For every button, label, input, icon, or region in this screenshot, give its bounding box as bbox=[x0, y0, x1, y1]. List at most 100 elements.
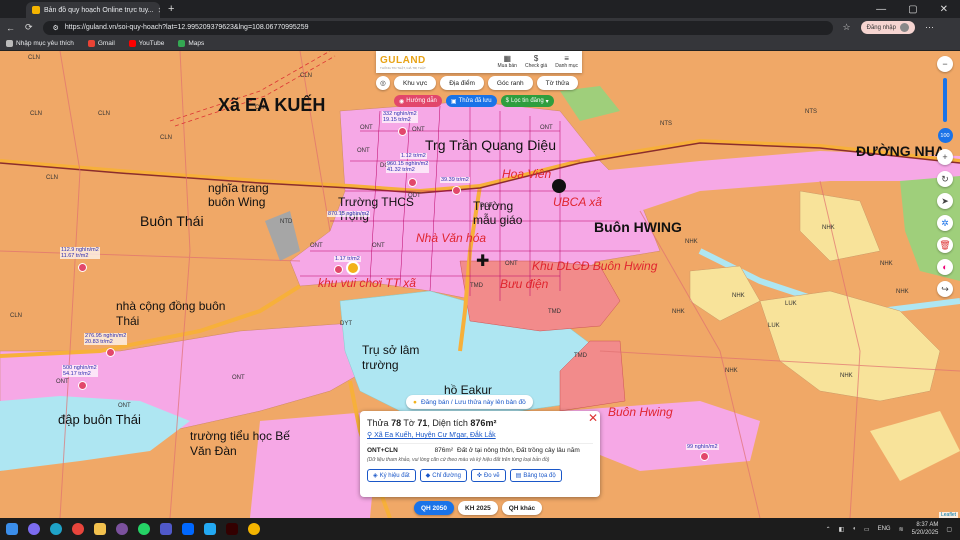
parcel-location-link[interactable]: ⚲ Xã Ea Kuếh, Huyện Cư M'gar, Đắk Lắk bbox=[367, 431, 593, 439]
zalo-icon[interactable] bbox=[182, 523, 194, 535]
price-marker[interactable] bbox=[106, 348, 115, 357]
clock[interactable]: 8:37 AM 5/20/2025 bbox=[912, 521, 939, 537]
price-tag[interactable]: 276.95 nghìn/m2 20.83 tr/m2 bbox=[84, 333, 128, 346]
price-marker[interactable] bbox=[334, 265, 343, 274]
site-info-icon[interactable]: ⚙ bbox=[53, 24, 59, 32]
coordinates-table-button[interactable]: ▤ Bảng tọa độ bbox=[509, 469, 562, 482]
tab-kh-2025[interactable]: KH 2025 bbox=[458, 501, 498, 515]
more-menu-icon[interactable]: ⋯ bbox=[925, 22, 934, 33]
filter-place-button[interactable]: Địa điểm bbox=[440, 76, 484, 90]
reload-icon[interactable]: ⟳ bbox=[25, 22, 33, 33]
bookmark-item[interactable]: Nhập mục yêu thích bbox=[6, 40, 74, 47]
locate-me-button[interactable]: ◎ bbox=[376, 76, 390, 90]
language-indicator[interactable]: ENG bbox=[878, 526, 891, 532]
address-input[interactable]: ⚙ https://guland.vn/soi-quy-hoach?lat=12… bbox=[42, 20, 833, 35]
guland-logo[interactable]: GULAND THÔNG TIN THẬT, GIÁ TRỊ THẬT bbox=[380, 55, 426, 70]
price-tag[interactable]: 1.12 tr/m2 bbox=[400, 153, 427, 160]
maximize-icon[interactable]: ▢ bbox=[908, 4, 917, 15]
login-button[interactable]: Đăng nhập bbox=[860, 21, 915, 34]
browser-tab[interactable]: Bản đồ quy hoạch Online trực tuy... ✕ bbox=[26, 2, 160, 18]
close-window-icon[interactable]: ✕ bbox=[940, 4, 948, 15]
price-tag[interactable]: 39.39 tr/m2 bbox=[440, 177, 470, 184]
minimize-icon[interactable]: — bbox=[876, 4, 886, 15]
land-legend-button[interactable]: ◈ Ký hiệu đất bbox=[367, 469, 416, 482]
disclaimer-note: (Dữ liệu tham khảo, vui lòng căn cứ theo… bbox=[367, 457, 550, 463]
windows-start-icon[interactable] bbox=[6, 523, 18, 535]
wifi-icon[interactable]: ≋ bbox=[899, 526, 904, 533]
lightbulb-icon: ● bbox=[413, 398, 417, 406]
illustrator-icon[interactable] bbox=[226, 523, 238, 535]
volume-icon[interactable]: ◖ bbox=[852, 526, 856, 532]
place-label: nhà cộng đồng buôn Thái bbox=[116, 299, 226, 328]
tab-qh-other[interactable]: QH khác bbox=[501, 501, 543, 515]
filter-corner-button[interactable]: Góc ranh bbox=[487, 76, 533, 90]
share-icon[interactable]: ↪ bbox=[937, 281, 953, 297]
delete-icon[interactable]: 🗑 bbox=[937, 237, 953, 253]
notification-icon[interactable]: ▢ bbox=[946, 526, 952, 533]
price-marker[interactable] bbox=[78, 381, 87, 390]
copilot-icon[interactable] bbox=[28, 523, 40, 535]
filter-listings-chip[interactable]: $ Lọc tin đăng ▾ bbox=[500, 95, 554, 107]
location-marker-icon[interactable] bbox=[552, 179, 566, 193]
price-tag[interactable]: 112.9 nghìn/m2 11.67 tr/m2 bbox=[60, 247, 100, 260]
land-code: NTD bbox=[280, 219, 293, 225]
back-icon[interactable]: ← bbox=[6, 23, 15, 33]
file-explorer-icon[interactable] bbox=[94, 523, 106, 535]
land-code: NHK bbox=[822, 225, 835, 231]
chrome-icon[interactable] bbox=[248, 523, 260, 535]
chevron-up-icon[interactable]: ⌃ bbox=[826, 526, 831, 533]
saved-parcels-chip[interactable]: ▣ Thửa đã lưu bbox=[445, 95, 497, 107]
network-tray-icon[interactable]: ◧ bbox=[839, 526, 845, 533]
price-marker[interactable] bbox=[398, 127, 407, 136]
menu-button[interactable]: ≡ Danh mục bbox=[555, 55, 578, 70]
close-icon[interactable]: ✕ bbox=[588, 411, 598, 425]
buy-sell-button[interactable]: ▦ Mua bán bbox=[497, 55, 517, 70]
zoom-slider[interactable] bbox=[943, 78, 947, 122]
action-label: Mua bán bbox=[497, 63, 517, 69]
edge-icon[interactable] bbox=[50, 523, 62, 535]
filter-area-button[interactable]: Khu vực bbox=[394, 76, 437, 90]
land-code: NTS bbox=[660, 121, 672, 127]
star-icon[interactable]: ☆ bbox=[843, 22, 851, 33]
teams-icon[interactable] bbox=[160, 523, 172, 535]
save-parcel-button[interactable]: ● Đăng bán / Lưu thửa này lên bản đồ bbox=[406, 395, 533, 409]
check-price-button[interactable]: $ Check giá bbox=[525, 55, 547, 70]
price-marker[interactable] bbox=[78, 263, 87, 272]
land-code: TMD bbox=[574, 353, 587, 359]
bookmark-item[interactable]: Maps bbox=[178, 40, 204, 47]
selected-pin-icon[interactable] bbox=[346, 261, 360, 275]
place-label: Nhà Văn hóa bbox=[416, 231, 487, 245]
bookmark-item[interactable]: YouTube bbox=[128, 40, 164, 47]
filter-parcel-button[interactable]: Tờ thửa bbox=[536, 76, 579, 90]
price-tag[interactable]: 500 nghìn/m2 54.17 tr/m2 bbox=[62, 365, 98, 378]
network-icon[interactable]: ✲ bbox=[937, 215, 953, 231]
price-marker[interactable] bbox=[700, 452, 709, 461]
whatsapp-icon[interactable] bbox=[138, 523, 150, 535]
zoom-out-button[interactable]: − bbox=[937, 56, 953, 72]
planning-map[interactable]: CLN CLN CLN CLN CLN CLN CLN CLN ONT ONT … bbox=[0, 51, 960, 518]
close-tab-icon[interactable]: ✕ bbox=[158, 6, 160, 15]
measure-button[interactable]: ✜ Đo vẽ bbox=[470, 469, 506, 482]
price-tag[interactable]: 870.15 nghìn/m2 bbox=[327, 211, 371, 218]
price-tag[interactable]: 332 nghìn/m2 19.15 tr/m2 bbox=[382, 111, 418, 124]
refresh-icon[interactable]: ↻ bbox=[937, 171, 953, 187]
chrome-icon[interactable] bbox=[72, 523, 84, 535]
price-marker[interactable] bbox=[452, 186, 461, 195]
zoom-in-button[interactable]: + bbox=[937, 149, 953, 165]
url-text: https://guland.vn/soi-quy-hoach?lat=12.9… bbox=[64, 24, 309, 31]
price-tag[interactable]: 960.15 nghìn/m2 41.32 tr/m2 bbox=[386, 161, 430, 174]
bookmark-item[interactable]: Gmail bbox=[87, 40, 115, 47]
zoom-level[interactable]: 100 bbox=[937, 128, 953, 143]
rice-field bbox=[799, 190, 881, 262]
viber-icon[interactable] bbox=[116, 523, 128, 535]
guide-chip[interactable]: ◉ Hướng dẫn bbox=[394, 95, 442, 107]
battery-icon[interactable]: ▭ bbox=[864, 526, 870, 533]
navigate-icon[interactable]: ➤ bbox=[937, 193, 953, 209]
vscode-icon[interactable] bbox=[204, 523, 216, 535]
price-tag[interactable]: 99 nghìn/m2 bbox=[686, 444, 719, 451]
tab-qh-2050[interactable]: QH 2050 bbox=[414, 501, 455, 515]
directions-button[interactable]: ◆ Chỉ đường bbox=[419, 469, 467, 482]
price-marker[interactable] bbox=[408, 178, 417, 187]
new-tab-icon[interactable]: + bbox=[168, 3, 174, 15]
layers-icon[interactable]: ◐ bbox=[937, 259, 953, 275]
